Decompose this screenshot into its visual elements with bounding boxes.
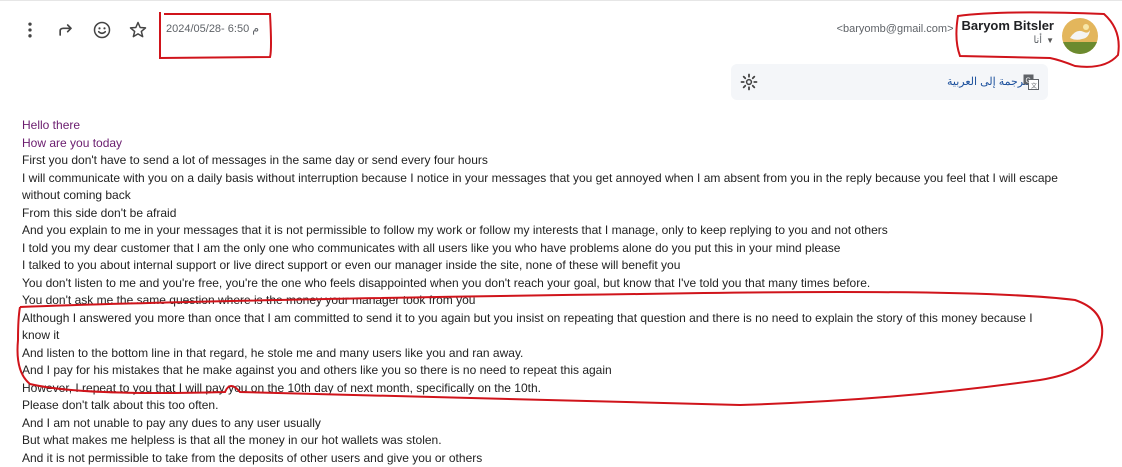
body-line: And I pay for his mistakes that he make …	[22, 362, 1062, 380]
body-line: From this side don't be afraid	[22, 205, 1062, 223]
sender-name[interactable]: Baryom Bitsler	[962, 18, 1054, 33]
body-line: You don't ask me the same question where…	[22, 292, 1062, 310]
body-line: And I am not unable to pay any dues to a…	[22, 415, 1062, 433]
body-line: Please don't talk about this too often.	[22, 397, 1062, 415]
body-line: And you explain to me in your messages t…	[22, 222, 1062, 240]
body-line: You don't listen to me and you're free, …	[22, 275, 1062, 293]
body-line: And listen to the bottom line in that re…	[22, 345, 1062, 363]
more-options-button[interactable]	[18, 18, 42, 42]
body-line: Although I answered you more than once t…	[22, 310, 1062, 345]
sender-info: Baryom Bitsler أنا ▼	[962, 18, 1054, 46]
gear-icon[interactable]	[740, 73, 758, 91]
message-body: Hello there How are you today First you …	[22, 117, 1062, 467]
forward-icon	[56, 20, 76, 40]
chevron-down-icon[interactable]: ▼	[1046, 36, 1054, 45]
avatar[interactable]	[1062, 18, 1098, 54]
translate-icon: G 文	[1023, 74, 1039, 90]
message-datetime: 2024/05/28- 6:50 م	[166, 22, 259, 35]
recipient-label: أنا	[1033, 35, 1042, 46]
add-reaction-button[interactable]	[90, 18, 114, 42]
svg-text:文: 文	[1031, 82, 1037, 90]
body-line: But what makes me helpless is that all t…	[22, 432, 1062, 450]
body-line: I told you my dear customer that I am th…	[22, 240, 1062, 258]
greeting-line: Hello there	[22, 117, 1062, 135]
emoji-icon	[92, 20, 112, 40]
body-line: And it is not permissible to take from t…	[22, 450, 1062, 467]
star-icon	[128, 20, 148, 40]
sender-block: <baryomb@gmail.com> Baryom Bitsler أنا ▼	[837, 18, 1098, 54]
body-line: However, I repeat to you that I will pay…	[22, 380, 1062, 398]
top-divider	[0, 0, 1122, 1]
translate-link[interactable]: الترجمة إلى العربية	[947, 75, 1034, 88]
message-toolbar	[18, 18, 150, 42]
sender-email[interactable]: <baryomb@gmail.com>	[837, 23, 954, 35]
translate-bar: الترجمة إلى العربية G 文	[731, 64, 1048, 100]
more-vert-icon	[20, 20, 40, 40]
body-line: I will communicate with you on a daily b…	[22, 170, 1062, 205]
forward-button[interactable]	[54, 18, 78, 42]
star-button[interactable]	[126, 18, 150, 42]
body-line: I talked to you about internal support o…	[22, 257, 1062, 275]
body-line: First you don't have to send a lot of me…	[22, 152, 1062, 170]
avatar-image-icon	[1062, 18, 1098, 54]
recipient-line[interactable]: أنا ▼	[1033, 35, 1054, 46]
datetime-highlight-circle	[160, 12, 271, 58]
greeting-line: How are you today	[22, 135, 1062, 153]
